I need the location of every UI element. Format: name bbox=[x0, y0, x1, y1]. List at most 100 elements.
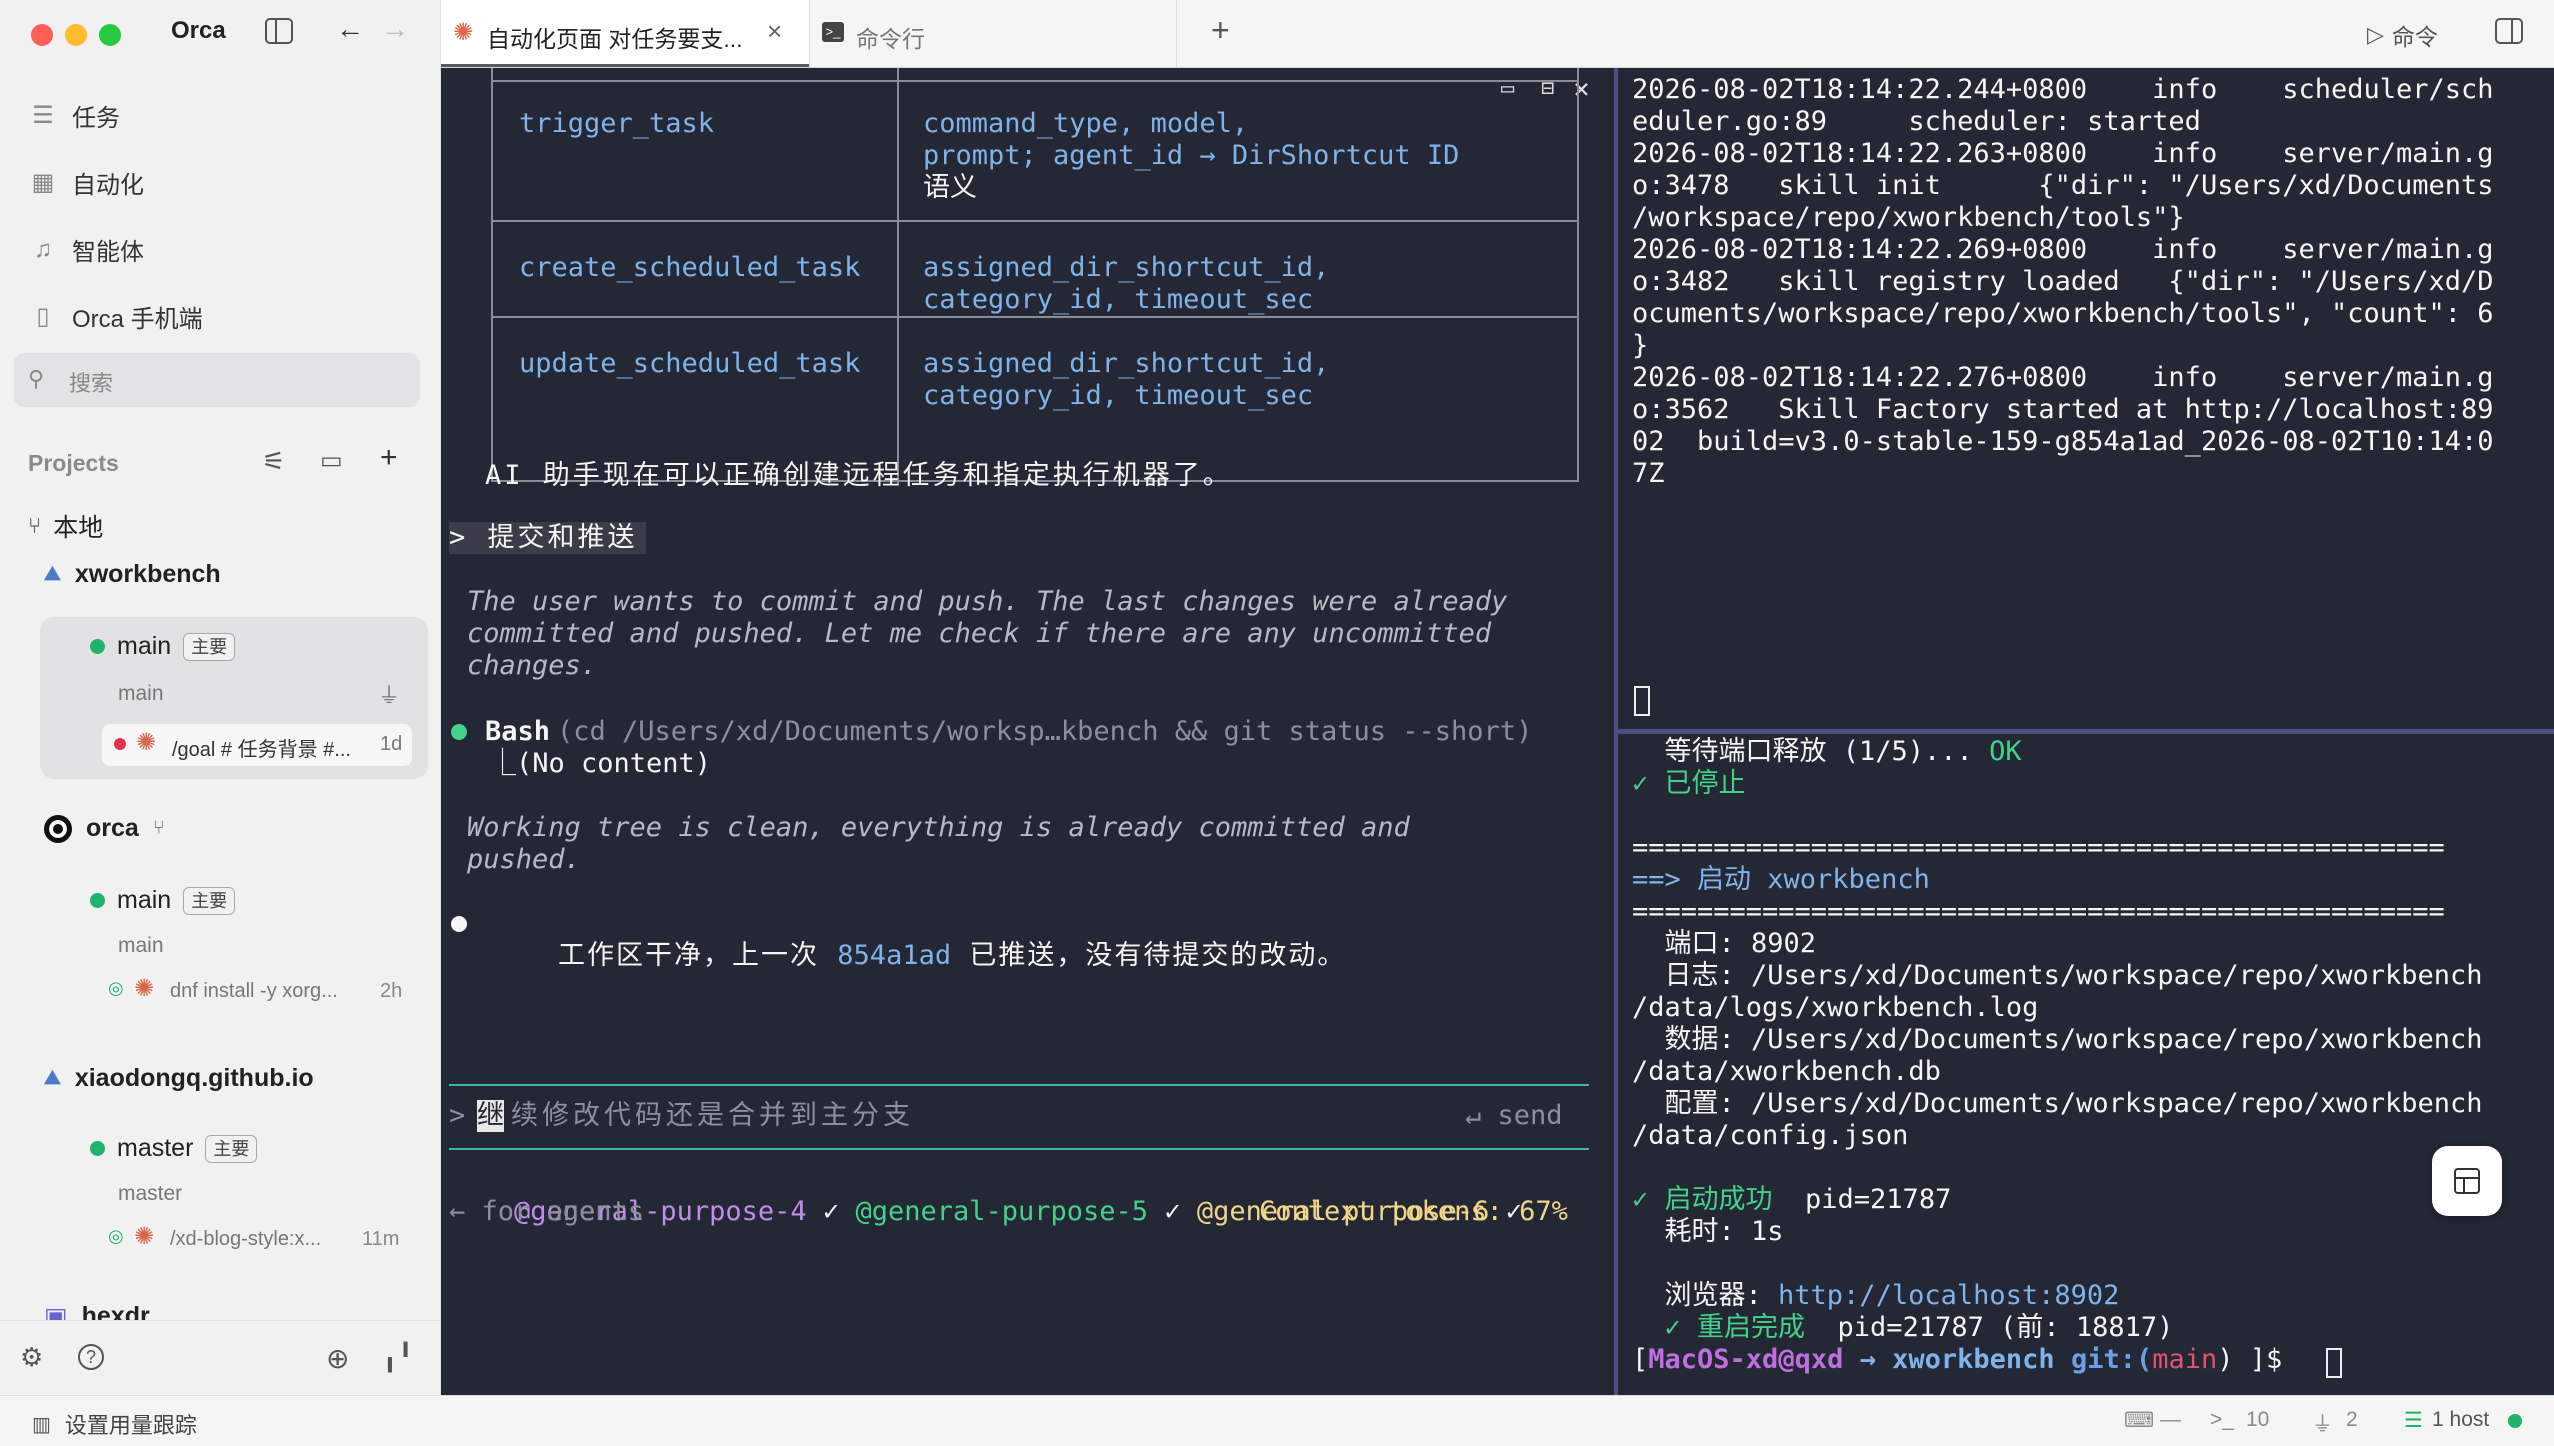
host-count[interactable]: 1 host bbox=[2432, 1408, 2489, 1432]
tab-automation-page[interactable]: ✺ 自动化页面 对任务要支... × bbox=[441, 0, 809, 67]
right-panel-toggle-icon[interactable] bbox=[2495, 18, 2523, 44]
assistant-summary: AI 助手现在可以正确创建远程任务和指定执行机器了。 bbox=[485, 460, 1233, 491]
task-item-blog[interactable]: ◎ ✺ /xd-blog-style:x... 11m bbox=[108, 1223, 418, 1260]
project-orca[interactable]: orca ⑂ bbox=[44, 814, 165, 843]
terminal-prompt-icon: >_ bbox=[2210, 1408, 2234, 1431]
branch-tree-icon: ⑂ bbox=[28, 513, 42, 538]
check-circle-icon: ◎ bbox=[108, 1226, 124, 1246]
nav-agents[interactable]: ♫ 智能体 bbox=[28, 232, 144, 267]
tool-args: (cd /Users/xd/Documents/worksp…kbench &&… bbox=[557, 716, 1533, 747]
project-xworkbench[interactable]: ⛰ xworkbench bbox=[44, 560, 221, 589]
floating-layout-button[interactable] bbox=[2432, 1146, 2502, 1216]
agent-terminal-pane[interactable]: ▭ ⊟ × trigger_task command_type, model, … bbox=[441, 68, 1614, 1395]
search-placeholder: 搜索 bbox=[69, 371, 114, 396]
table-cell-name: trigger_task bbox=[519, 108, 715, 139]
agents-hint: ← for agents bbox=[449, 1196, 645, 1227]
mountain-icon: ⛰ bbox=[44, 563, 61, 585]
task-item-dnf[interactable]: ◎ ✺ dnf install -y xorg... 2h bbox=[108, 975, 418, 1012]
message-dot bbox=[451, 916, 467, 932]
browser-url-link[interactable]: http://localhost:8902 bbox=[1778, 1280, 2119, 1311]
wait-line: 等待端口释放 (1/5)... OK bbox=[1632, 736, 2022, 767]
close-window-button[interactable] bbox=[31, 24, 53, 46]
terminal-count[interactable]: 10 bbox=[2246, 1408, 2269, 1432]
projects-header: Projects bbox=[28, 450, 119, 476]
dash-separator: — bbox=[2160, 1408, 2181, 1431]
usage-tracking[interactable]: ▥ 设置用量跟踪 bbox=[32, 1408, 197, 1440]
forward-arrow-icon[interactable]: → bbox=[381, 13, 409, 45]
plug-status-icon: ⏚ bbox=[2312, 1413, 2333, 1436]
worktree-master-blog[interactable]: master 主要 bbox=[90, 1134, 258, 1163]
task-item-goal[interactable]: ✺ /goal # 任务背景 #... 1d bbox=[102, 724, 412, 766]
project-blog[interactable]: ⛰ xiaodongq.github.io bbox=[44, 1064, 314, 1093]
worktree-main-xworkbench[interactable]: main 主要 bbox=[90, 632, 236, 661]
shell-pane[interactable]: 等待端口释放 (1/5)... OK ✓ 已停止 ===============… bbox=[1618, 734, 2554, 1395]
target-icon[interactable]: ⊕ bbox=[326, 1342, 349, 1375]
tab-terminal[interactable]: >_ 命令行 bbox=[809, 0, 1177, 67]
settings-icon[interactable]: ⚙ bbox=[20, 1342, 43, 1373]
primary-badge: 主要 bbox=[183, 886, 236, 915]
add-folder-icon[interactable]: ▭ bbox=[320, 446, 343, 475]
new-tab-icon[interactable]: + bbox=[1211, 12, 1230, 49]
send-hint[interactable]: ↵ send bbox=[1465, 1100, 1563, 1132]
nav-tasks[interactable]: ☰ 任务 bbox=[28, 98, 120, 133]
fork-icon: ⑂ bbox=[152, 817, 165, 839]
sidebar: Orca ← → ☰ 任务 ▦ 自动化 ♫ 智能体 ▯ Orca 手机端 ⚲ 搜索 Pr… bbox=[0, 0, 441, 1395]
separator-line: ========================================… bbox=[1632, 896, 2445, 927]
log-line: /workspace/repo/xworkbench/tools"} bbox=[1632, 202, 2185, 233]
input-cursor: 继 bbox=[477, 1100, 504, 1132]
stopped-line: ✓ 已停止 bbox=[1632, 768, 1746, 799]
elapsed-line: 耗时: 1s bbox=[1632, 1216, 1784, 1247]
terminal-cursor bbox=[1634, 686, 1650, 716]
local-group[interactable]: ⑂ 本地 bbox=[28, 508, 103, 544]
layout-icon bbox=[2454, 1168, 2480, 1194]
list-icon: ☰ bbox=[32, 101, 54, 129]
add-project-icon[interactable]: + bbox=[380, 441, 398, 475]
host-icon: ☰ bbox=[2404, 1409, 2423, 1432]
maximize-window-button[interactable] bbox=[99, 24, 121, 46]
status-dot bbox=[90, 893, 105, 908]
project-hexdr[interactable]: ▣ hexdr bbox=[44, 1302, 150, 1320]
log-line: o:3562 Skill Factory started at http://l… bbox=[1632, 394, 2494, 425]
status-dot bbox=[90, 639, 105, 654]
thinking-text: committed and pushed. Let me check if th… bbox=[467, 618, 1492, 649]
tab-close-icon[interactable]: × bbox=[767, 16, 782, 47]
commit-hash: 854a1ad bbox=[837, 940, 952, 971]
help-icon[interactable]: ? bbox=[78, 1344, 104, 1370]
log-line: o:3478 skill init {"dir": "/Users/xd/Doc… bbox=[1632, 170, 2494, 201]
nav-automation[interactable]: ▦ 自动化 bbox=[28, 165, 144, 200]
folder-icon: ▣ bbox=[44, 1303, 68, 1320]
data-path-line: /data/xworkbench.db bbox=[1632, 1056, 1941, 1087]
log-line: 02 build=v3.0-stable-159-g854a1ad_2026-0… bbox=[1632, 426, 2494, 457]
log-path-line: 日志: /Users/xd/Documents/workspace/repo/x… bbox=[1632, 960, 2483, 991]
orca-logo-icon bbox=[44, 814, 72, 843]
sidebar-toggle-icon[interactable] bbox=[265, 18, 293, 44]
claude-star-icon: ✺ bbox=[136, 729, 157, 756]
search-icon: ⚲ bbox=[28, 366, 45, 391]
command-button[interactable]: ▷ 命令 bbox=[2367, 18, 2438, 52]
filter-icon[interactable]: ⚟ bbox=[262, 446, 285, 477]
back-arrow-icon[interactable]: ← bbox=[336, 13, 364, 45]
primary-badge: 主要 bbox=[183, 632, 236, 661]
panel-icon[interactable]: ╻╹ bbox=[382, 1342, 413, 1373]
server-log-pane[interactable]: 2026-08-02T18:14:22.244+0800 info schedu… bbox=[1618, 68, 2554, 729]
agent-mention[interactable]: @general-purpose-5 bbox=[855, 1196, 1148, 1227]
claude-star-icon: ✺ bbox=[134, 1223, 155, 1250]
table-cell-desc: 语义 bbox=[923, 172, 977, 203]
tool-status-dot bbox=[451, 724, 467, 740]
chat-input[interactable]: > 继 续修改代码还是合并到主分支 ↵ send bbox=[449, 1086, 1589, 1146]
minimize-window-button[interactable] bbox=[65, 24, 87, 46]
table-cell-desc: command_type, model, bbox=[923, 108, 1249, 139]
play-icon: ▷ bbox=[2367, 22, 2384, 47]
claude-star-icon: ✺ bbox=[453, 19, 474, 46]
log-line: 2026-08-02T18:14:22.244+0800 info schedu… bbox=[1632, 74, 2494, 105]
data-path-line: 数据: /Users/xd/Documents/workspace/repo/x… bbox=[1632, 1024, 2483, 1055]
log-line: o:3482 skill registry loaded {"dir": "/U… bbox=[1632, 266, 2494, 297]
search-box[interactable]: ⚲ 搜索 bbox=[14, 353, 420, 407]
table-cell-desc: prompt; agent_id → DirShortcut ID bbox=[923, 140, 1460, 171]
keyboard-icon[interactable]: ⌨ bbox=[2124, 1408, 2154, 1433]
log-line: 7Z bbox=[1632, 458, 1665, 489]
nav-mobile[interactable]: ▯ Orca 手机端 bbox=[28, 299, 202, 334]
worktree-main-orca[interactable]: main 主要 bbox=[90, 886, 236, 915]
thinking-text: changes. bbox=[467, 650, 598, 681]
connection-count[interactable]: 2 bbox=[2346, 1408, 2358, 1432]
